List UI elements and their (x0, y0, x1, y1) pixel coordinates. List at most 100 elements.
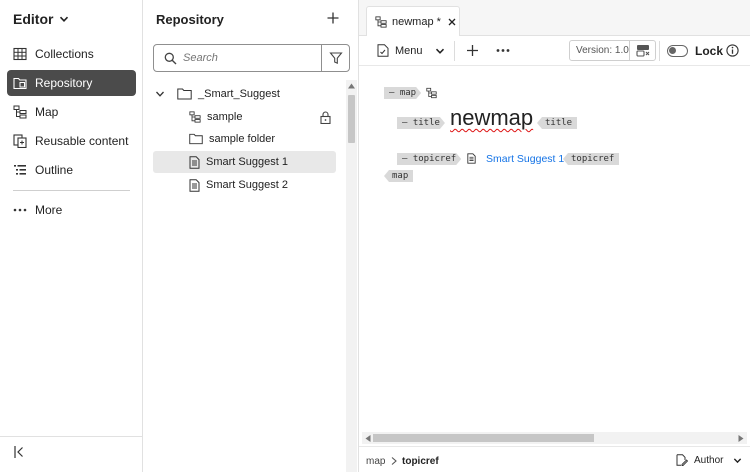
map-start-tag[interactable]: – map (384, 87, 421, 99)
tag-collapse-mark: – (402, 154, 413, 164)
editor-horizontal-scrollbar[interactable] (362, 432, 747, 444)
editor-header-label: Editor (13, 11, 54, 27)
tab-newmap[interactable]: newmap * (366, 6, 460, 36)
lock-label: Lock (695, 44, 724, 58)
scrollbar-thumb[interactable] (348, 95, 355, 143)
map-title-text[interactable]: newmap (450, 105, 533, 131)
nav-item-more[interactable]: More (7, 197, 136, 223)
mode-selector[interactable]: Author (676, 454, 742, 466)
editor-toolbar: Menu Version: 1.0 Lock (359, 36, 750, 66)
reusable-content-icon (13, 134, 27, 148)
breadcrumb-chevron-icon (391, 457, 397, 465)
filter-icon (328, 51, 343, 65)
tag-label: topicref (571, 154, 615, 164)
topicref-link[interactable]: Smart Suggest 1 (486, 153, 564, 165)
info-icon[interactable] (726, 44, 739, 57)
tag-label: title (545, 118, 573, 128)
document-canvas[interactable]: – map – title newmap title – topicref Sm… (359, 67, 750, 431)
folder-icon (177, 88, 192, 100)
nav-item-map[interactable]: Map (7, 99, 136, 125)
nav-divider (13, 190, 130, 191)
title-start-tag[interactable]: – title (397, 117, 445, 129)
folder-icon (189, 133, 203, 145)
map-end-tag[interactable]: map (384, 170, 414, 182)
search-input[interactable] (183, 52, 323, 64)
topic-icon (189, 155, 200, 169)
tag-label: map (399, 88, 417, 98)
scroll-right-arrow-icon[interactable] (738, 435, 744, 442)
search-icon (164, 52, 177, 65)
nav-item-label: Collections (35, 47, 94, 61)
nav-item-outline[interactable]: Outline (7, 157, 136, 183)
toolbar-separator (454, 41, 455, 61)
author-mode-icon (676, 454, 688, 466)
chevron-down-icon[interactable] (155, 89, 165, 99)
lock-toggle[interactable] (667, 45, 688, 57)
tree-item-label: sample (207, 111, 243, 123)
map-icon (189, 111, 201, 123)
version-label: Version: 1.0 (576, 45, 629, 56)
map-icon (426, 87, 437, 99)
scroll-left-arrow-icon[interactable] (365, 435, 371, 442)
filter-button[interactable] (321, 45, 349, 71)
more-options-icon[interactable] (496, 44, 510, 57)
repository-panel: Repository _Smart_Suggest sample (143, 0, 359, 472)
tree-item-label: _Smart_Suggest (198, 88, 280, 100)
tree-item-smart-suggest-folder[interactable]: _Smart_Suggest (155, 83, 345, 105)
tab-label: newmap * (392, 15, 441, 28)
scroll-up-arrow-icon[interactable] (348, 83, 355, 89)
breadcrumb-item-map[interactable]: map (366, 456, 385, 467)
tree-item-label: Smart Suggest 1 (206, 156, 288, 168)
add-icon[interactable] (326, 11, 340, 25)
add-icon[interactable] (466, 44, 479, 57)
tree-item-smart-suggest-1[interactable]: Smart Suggest 1 (153, 151, 336, 173)
nav-item-repository[interactable]: Repository (7, 70, 136, 96)
document-menu-icon (377, 44, 389, 57)
nav-item-label: Outline (35, 163, 74, 177)
nav-item-label: Map (35, 105, 59, 119)
nav-item-reusable-content[interactable]: Reusable content (7, 128, 136, 154)
chevron-down-icon (435, 46, 445, 56)
tag-collapse-mark: – (402, 118, 413, 128)
document-tab-bar: newmap * (359, 0, 750, 36)
repository-title: Repository (156, 12, 224, 27)
nav-footer (0, 436, 142, 437)
nav-item-label: More (35, 203, 63, 217)
chevron-down-icon (733, 456, 742, 465)
repository-scrollbar[interactable] (346, 80, 357, 472)
tag-label: title (412, 118, 440, 128)
tree-item-sample-folder[interactable]: sample folder (189, 128, 339, 150)
repository-icon (13, 76, 27, 90)
version-indicator[interactable]: Version: 1.0 (569, 40, 656, 61)
mode-label: Author (694, 454, 724, 466)
tag-label: topicref (412, 154, 457, 164)
editor-dropdown[interactable]: Editor (13, 11, 69, 27)
more-dots-icon (13, 203, 27, 217)
menu-label: Menu (395, 44, 423, 57)
collections-icon (13, 47, 27, 61)
menu-button[interactable]: Menu (377, 44, 445, 57)
outline-icon (13, 163, 27, 177)
left-navigation-panel: Editor Collections Repository Map Reusab… (0, 0, 143, 472)
nav-item-label: Reusable content (35, 134, 129, 148)
topicref-end-tag[interactable]: topicref (563, 153, 620, 165)
tree-item-label: Smart Suggest 2 (206, 179, 288, 191)
toggle-knob (669, 47, 676, 54)
version-history-icon[interactable] (629, 41, 655, 60)
topic-icon (189, 178, 200, 192)
nav-item-collections[interactable]: Collections (7, 41, 136, 67)
chevron-down-icon (59, 14, 69, 24)
title-end-tag[interactable]: title (537, 117, 578, 129)
tree-item-smart-suggest-2[interactable]: Smart Suggest 2 (189, 174, 339, 196)
scrollbar-thumb[interactable] (373, 434, 594, 442)
breadcrumb-item-topicref[interactable]: topicref (402, 456, 439, 467)
topicref-start-tag[interactable]: – topicref (397, 153, 461, 165)
lock-icon (320, 111, 331, 124)
map-icon (375, 15, 387, 28)
topic-icon (467, 153, 476, 164)
collapse-panel-icon[interactable] (13, 445, 27, 459)
search-field (153, 44, 350, 72)
tree-item-sample-map[interactable]: sample (189, 106, 339, 128)
close-icon[interactable] (448, 18, 456, 26)
tag-collapse-mark: – (389, 88, 400, 98)
